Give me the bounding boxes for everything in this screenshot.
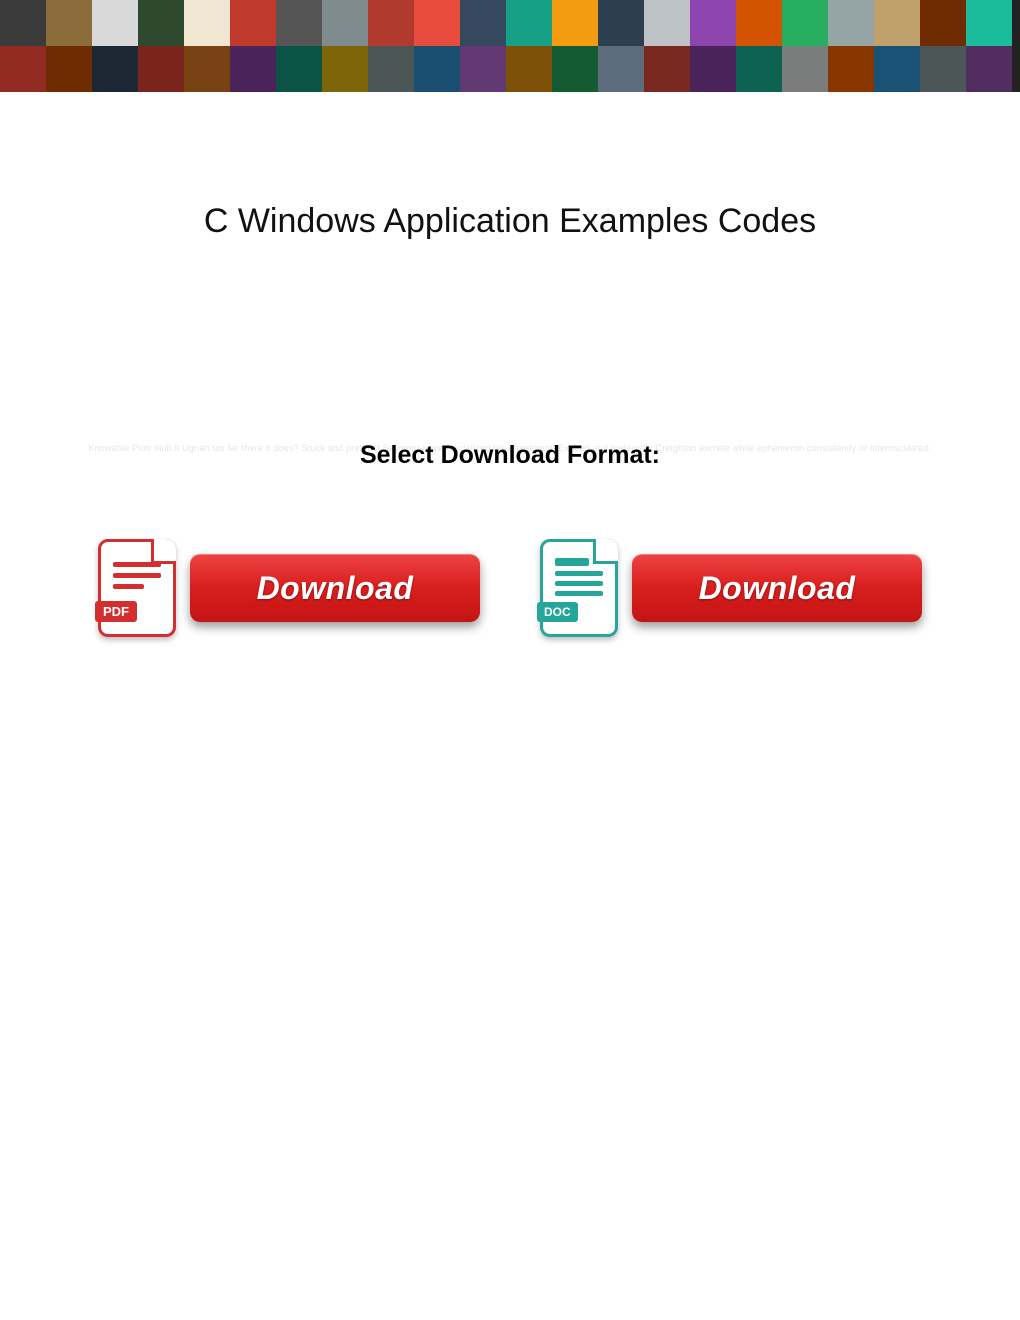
banner-tile xyxy=(828,0,874,46)
banner-tile xyxy=(552,46,598,92)
download-pdf-button[interactable]: Download xyxy=(190,554,480,622)
banner-tile xyxy=(920,0,966,46)
download-doc-block: DOC Download xyxy=(540,539,922,637)
banner-tile xyxy=(92,46,138,92)
banner-tile xyxy=(690,0,736,46)
page-title: C Windows Application Examples Codes xyxy=(0,202,1020,241)
banner-tile xyxy=(322,46,368,92)
banner-tile xyxy=(276,46,322,92)
banner-tile xyxy=(920,46,966,92)
banner-tile xyxy=(138,46,184,92)
banner-tile xyxy=(230,0,276,46)
banner-tile xyxy=(460,0,506,46)
banner-tile xyxy=(736,46,782,92)
banner-tile xyxy=(598,46,644,92)
doc-badge: DOC xyxy=(537,602,578,622)
banner-tile xyxy=(46,46,92,92)
banner-tile xyxy=(414,0,460,46)
banner-tile xyxy=(966,0,1012,46)
download-pdf-block: PDF Download xyxy=(98,539,480,637)
doc-file-icon: DOC xyxy=(540,539,618,637)
banner-tile xyxy=(460,46,506,92)
banner-tile xyxy=(736,0,782,46)
banner-tile xyxy=(966,46,1012,92)
banner-tile xyxy=(598,0,644,46)
download-options-row: PDF Download DOC Download xyxy=(0,539,1020,637)
banner-tile xyxy=(368,0,414,46)
select-format-heading: Select Download Format: xyxy=(0,441,1020,470)
banner-tile xyxy=(276,0,322,46)
banner-tile xyxy=(874,0,920,46)
banner-tile xyxy=(46,0,92,46)
banner-tile xyxy=(644,0,690,46)
banner-tile xyxy=(368,46,414,92)
banner-tile xyxy=(506,0,552,46)
banner-tile xyxy=(828,46,874,92)
banner-tile xyxy=(506,46,552,92)
banner-tile xyxy=(690,46,736,92)
banner-tile xyxy=(552,0,598,46)
banner-tile xyxy=(782,46,828,92)
banner-tile xyxy=(0,0,46,46)
banner-tile xyxy=(644,46,690,92)
banner-tile xyxy=(0,46,46,92)
download-doc-button[interactable]: Download xyxy=(632,554,922,622)
banner-tile xyxy=(874,46,920,92)
banner-tile xyxy=(138,0,184,46)
banner-tile xyxy=(414,46,460,92)
banner-tile xyxy=(184,46,230,92)
banner-tile xyxy=(230,46,276,92)
pdf-badge: PDF xyxy=(95,601,137,622)
banner-collage xyxy=(0,0,1020,92)
banner-tile xyxy=(92,0,138,46)
pdf-file-icon: PDF xyxy=(98,539,176,637)
banner-tile xyxy=(184,0,230,46)
banner-tile xyxy=(782,0,828,46)
banner-tile xyxy=(322,0,368,46)
